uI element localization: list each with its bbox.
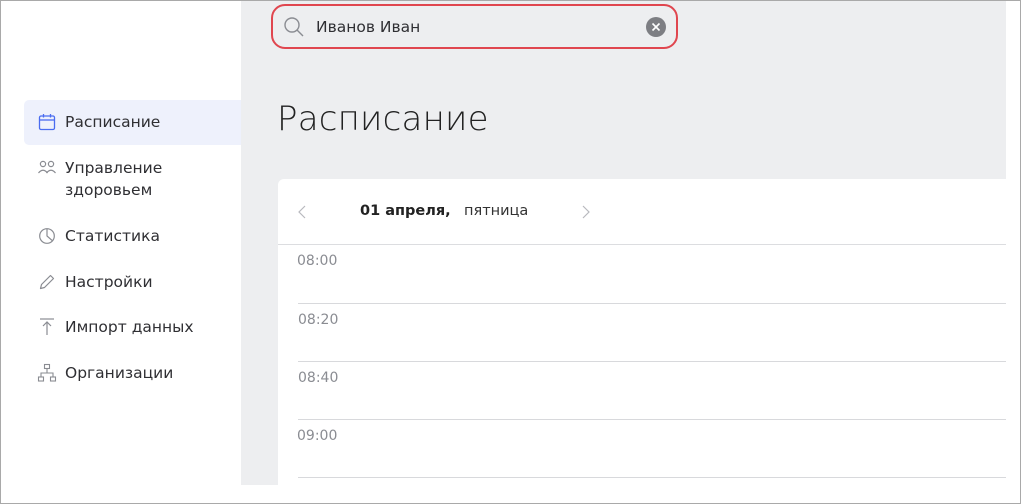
- sidebar-item-label: Статистика: [65, 227, 160, 245]
- page-title: Расписание: [277, 99, 489, 139]
- next-day-button[interactable]: [578, 203, 594, 221]
- date-navigator: 01 апреля, пятница: [278, 179, 1006, 245]
- time-slot[interactable]: 08:40: [298, 362, 1006, 420]
- time-slot[interactable]: 08:00: [297, 246, 1006, 304]
- sidebar-item-label: Организации: [65, 364, 174, 382]
- sidebar-item-settings[interactable]: Настройки: [24, 271, 241, 295]
- sidebar-item-label: Настройки: [65, 273, 153, 291]
- search-box[interactable]: [271, 4, 678, 49]
- prev-day-button[interactable]: [294, 203, 310, 221]
- current-date: 01 апреля,: [360, 203, 451, 219]
- slot-time: 08:40: [298, 370, 339, 386]
- sidebar-item-health[interactable]: Управление здоровьем: [24, 157, 241, 203]
- sidebar-item-import[interactable]: Импорт данных: [24, 316, 241, 340]
- sidebar: Расписание Управление здоровьем Статисти…: [1, 1, 241, 485]
- clear-search-icon[interactable]: [646, 16, 666, 37]
- time-slot[interactable]: 08:20: [298, 304, 1006, 362]
- bottom-edge: [1, 485, 1006, 503]
- upload-icon: [36, 316, 58, 338]
- users-icon: [36, 157, 58, 179]
- sidebar-item-label: Управление здоровьем: [65, 159, 163, 199]
- current-weekday: пятница: [464, 203, 529, 219]
- search-icon: [282, 15, 306, 39]
- pie-chart-icon: [36, 225, 58, 247]
- sidebar-item-label: Импорт данных: [65, 318, 194, 336]
- search-input[interactable]: [316, 17, 646, 36]
- sidebar-item-label: Расписание: [65, 113, 161, 131]
- slot-time: 09:00: [297, 428, 338, 444]
- main-content: Расписание 01 апреля, пятница 08:00 08:2…: [241, 1, 1006, 485]
- slot-time: 08:20: [298, 312, 339, 328]
- time-slot[interactable]: 09:00: [297, 420, 1006, 478]
- calendar-icon: [36, 111, 58, 133]
- slot-time: 08:00: [297, 253, 338, 269]
- sidebar-item-schedule[interactable]: Расписание: [24, 100, 241, 145]
- pencil-icon: [36, 271, 58, 293]
- sidebar-item-statistics[interactable]: Статистика: [24, 225, 241, 249]
- sidebar-item-organizations[interactable]: Организации: [24, 362, 241, 386]
- org-chart-icon: [36, 362, 58, 384]
- schedule-panel: 01 апреля, пятница 08:00 08:20 08:40 09:…: [278, 179, 1006, 485]
- right-edge: [1006, 1, 1020, 503]
